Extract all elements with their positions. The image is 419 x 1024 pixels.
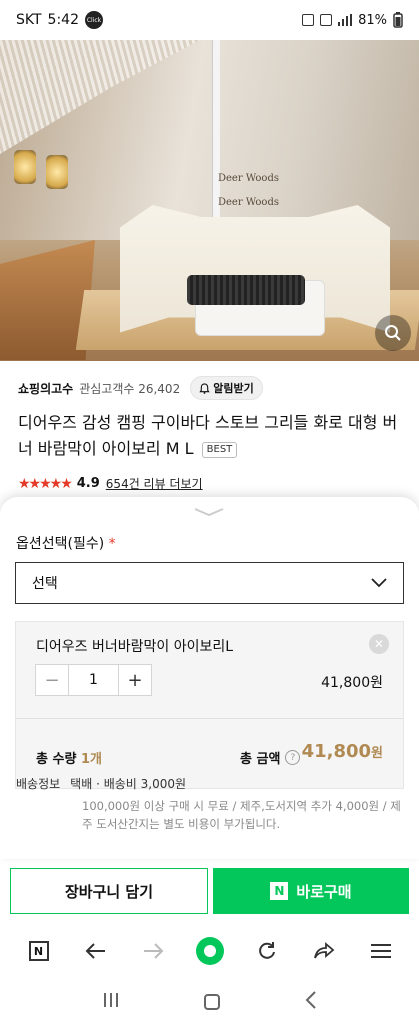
star-rating-icon: ★★★★★ [18,475,73,492]
arrow-right-icon [143,943,163,959]
wifi-5g-icon [320,14,333,26]
purchase-actions: 장바구니 담기 N 바로구매 [10,868,409,914]
required-mark: * [108,536,116,552]
cart-label: 장바구니 담기 [64,882,154,901]
lantern-icon [46,155,68,189]
status-bar: SKT 5:42 Click 81% [0,0,419,40]
total-price-currency: 원 [371,746,383,761]
signal-icon [338,14,353,26]
store-name[interactable]: 쇼핑의고수 [18,380,73,397]
system-navigation [0,980,419,1024]
recents-icon [104,992,119,1007]
best-badge: BEST [201,441,238,458]
carrier-label: SKT [16,12,42,28]
option-sheet: 옵션선택(필수) * 선택 디어우즈 버너바람막이 아이보리L ✕ − 1 + … [0,497,419,859]
total-qty-label: 총 수량 [36,752,77,767]
add-to-cart-button[interactable]: 장바구니 담기 [10,868,208,914]
option-select-value: 선택 [32,576,58,592]
brand-print: Deer Woods [218,173,279,184]
alarm-label: 알림받기 [213,382,254,395]
product-image-carousel[interactable]: Deer Woods Deer Woods [0,40,419,361]
naver-home-icon: N [28,941,49,961]
store-info: 쇼핑의고수 관심고객수 26,402 알림받기 [18,376,401,400]
option-price-value: 41,800 [321,675,371,691]
total-quantity: 총 수량 1개 [36,748,102,767]
naver-home-button[interactable]: N [24,936,54,966]
shipping-label: 배송정보 [16,777,61,791]
share-button[interactable] [309,936,339,966]
total-price-value: 41,800 [301,741,372,762]
store-followers: 관심고객수 26,402 [79,381,181,396]
rating-row: ★★★★★ 4.9 654건 리뷰 더보기 [18,475,203,492]
rating-value: 4.9 [76,476,100,491]
selected-option-name: 디어우즈 버너바람막이 아이보리L [36,639,234,655]
status-right: 81% [302,12,403,28]
arrow-left-icon [85,943,105,959]
recents-button[interactable] [102,992,120,1013]
green-dot-icon [195,937,224,965]
home-button[interactable] [204,994,221,1010]
clock: 5:42 [47,12,79,28]
product-title: 디어우즈 감성 캠핑 구이바다 스토브 그리들 화로 대형 버너 바람막이 아이… [18,410,403,462]
refresh-button[interactable] [252,936,282,966]
chevron-left-icon [305,990,316,1009]
shipping-info: 배송정보 택배 · 배송비 3,000원 [16,775,186,792]
option-select[interactable]: 선택 [15,562,404,604]
buy-label: 바로구매 [296,882,352,901]
alarm-subscribe-button[interactable]: 알림받기 [190,376,263,400]
close-icon[interactable]: ✕ [369,634,389,654]
total-price: 41,800원 [302,741,383,762]
selected-option-card: 디어우즈 버너바람막이 아이보리L ✕ − 1 + 41,800원 총 수량 1… [15,621,404,789]
shipping-main: 택배 · 배송비 3,000원 [70,777,187,791]
chevron-down-icon [371,578,387,588]
menu-button[interactable] [366,936,396,966]
reviews-link[interactable]: 654건 리뷰 더보기 [106,475,203,492]
naver-pay-icon: N [270,882,289,900]
status-left: SKT 5:42 Click [16,11,103,29]
total-price-label: 총 금액 ? [240,748,301,767]
green-dot-button[interactable] [195,936,225,966]
decrease-quantity-button[interactable]: − [36,665,68,695]
divider [16,718,403,719]
help-icon[interactable]: ? [285,750,301,765]
brand-print: Deer Woods [218,197,279,208]
shipping-detail: 100,000원 이상 구매 시 무료 / 제주,도서지역 추가 4,000원 … [82,799,401,831]
chevron-down-icon[interactable] [193,507,225,517]
back-button[interactable] [81,936,111,966]
quantity-value[interactable]: 1 [68,665,119,695]
click-app-icon: Click [85,11,103,29]
buy-now-button[interactable]: N 바로구매 [213,868,409,914]
quantity-stepper[interactable]: − 1 + [35,664,152,696]
option-label-text: 옵션선택(필수) [16,536,105,552]
system-back-button[interactable] [305,990,317,1014]
share-icon [313,942,334,959]
option-price: 41,800원 [321,672,383,692]
forward-button[interactable] [138,936,168,966]
grill-product [187,275,305,305]
increase-quantity-button[interactable]: + [119,665,151,695]
refresh-icon [258,942,275,959]
option-label: 옵션선택(필수) * [16,533,116,553]
search-icon [385,325,401,341]
alarm-icon [302,14,315,26]
option-price-currency: 원 [370,675,383,691]
battery-icon [393,12,403,28]
browser-toolbar: N [0,928,419,974]
total-price-label-text: 총 금액 [240,752,281,767]
menu-icon [370,944,391,958]
battery-percent: 81% [358,12,387,28]
total-qty-value: 1개 [80,752,102,767]
image-search-button[interactable] [375,315,411,351]
bell-icon [199,382,210,394]
lantern-icon [14,150,36,184]
